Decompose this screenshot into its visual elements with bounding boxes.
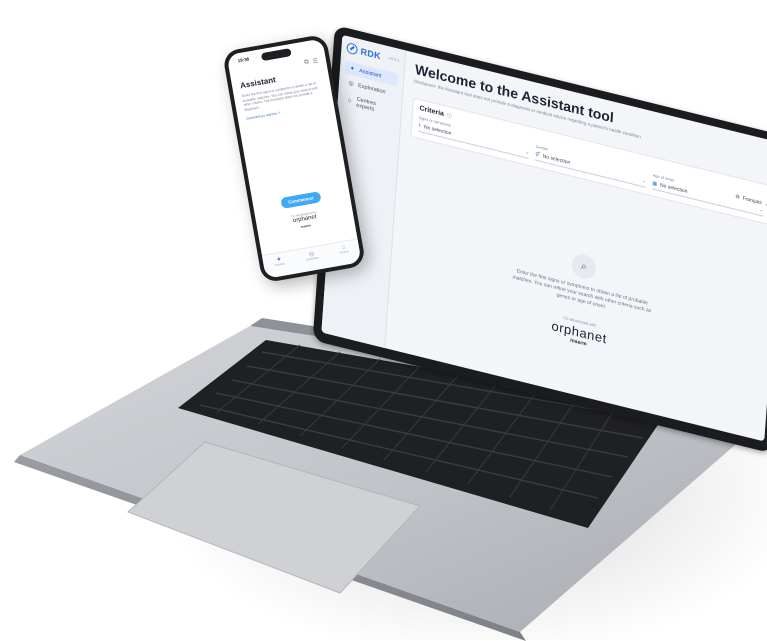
info-icon[interactable]: ⓘ bbox=[447, 112, 452, 120]
sidebar-item-label: Exploration bbox=[357, 82, 386, 96]
brand-version: v0.0.1 bbox=[388, 55, 400, 63]
how-it-works-link[interactable]: Comment ça marche ? bbox=[246, 111, 280, 121]
hospital-icon: ⌂ bbox=[347, 97, 352, 105]
calendar-icon: ▦ bbox=[652, 180, 658, 188]
phone-time: 19:36 bbox=[237, 56, 250, 64]
tab-label: Assistant bbox=[274, 262, 286, 268]
chevron-down-icon: ⌄ bbox=[641, 177, 647, 185]
stethoscope-icon: ⚕ bbox=[417, 122, 422, 130]
sidebar-item-label: Assistant bbox=[358, 67, 382, 79]
tab-label: Exploration bbox=[305, 256, 320, 262]
tab-assistant[interactable]: ✦ Assistant bbox=[273, 255, 285, 267]
phone-notch bbox=[260, 48, 292, 62]
start-button[interactable]: Commencer bbox=[280, 191, 322, 209]
tab-label: Centres bbox=[339, 250, 350, 255]
share-icon[interactable]: ⧉ bbox=[304, 59, 309, 67]
empty-state: ⌕ Enter the first signs or symptoms to o… bbox=[389, 208, 767, 392]
menu-icon[interactable]: ☰ bbox=[312, 58, 318, 66]
chevron-down-icon: ⌄ bbox=[524, 149, 530, 156]
chevron-down-icon: ⌄ bbox=[758, 206, 764, 214]
sidebar-item-label: Centres experts bbox=[356, 96, 377, 113]
brand-name: RDK bbox=[360, 45, 382, 61]
phone-top-icons: ⧉ ☰ bbox=[304, 58, 319, 67]
language-icon: 🌐︎ bbox=[735, 193, 740, 201]
tab-exploration[interactable]: ◎ Exploration bbox=[305, 249, 320, 262]
search-icon: ⌕ bbox=[570, 251, 597, 282]
gender-icon: ⚥ bbox=[535, 151, 540, 159]
tab-centres[interactable]: ⌂ Centres bbox=[339, 244, 350, 255]
rdk-logo-icon bbox=[346, 41, 358, 56]
sparkle-icon: ✦ bbox=[349, 65, 355, 73]
compass-icon: ◎ bbox=[348, 80, 354, 88]
